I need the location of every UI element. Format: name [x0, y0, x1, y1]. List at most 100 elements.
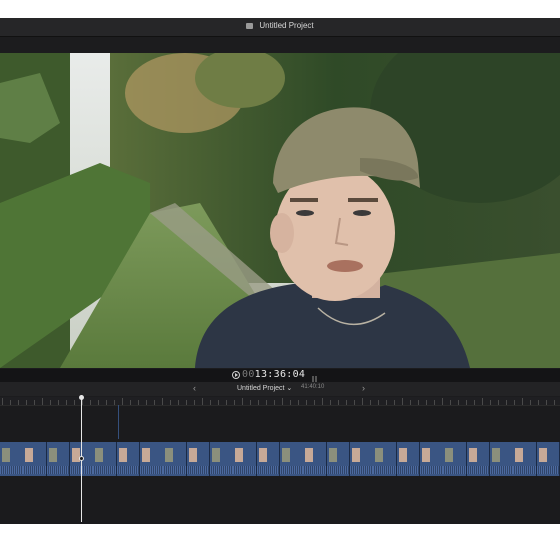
timeline-clip[interactable]: [46, 442, 71, 476]
ruler-tick: [450, 400, 451, 405]
audio-waveform: [23, 466, 47, 474]
audio-waveform: [46, 466, 70, 474]
audio-waveform: [116, 466, 140, 474]
timeline-clip[interactable]: [93, 442, 118, 476]
ruler-tick: [18, 400, 19, 405]
timeline-clip[interactable]: [233, 442, 258, 476]
timeline-clip[interactable]: [466, 442, 491, 476]
clip-thumbnail: [422, 448, 430, 462]
ruler-tick: [410, 400, 411, 405]
timeline-clip[interactable]: [490, 442, 514, 476]
ruler-tick: [330, 400, 331, 405]
skimmer-handle[interactable]: [79, 456, 84, 461]
audio-waveform: [210, 466, 233, 474]
timeline-clip[interactable]: [326, 442, 351, 476]
timeline-clip[interactable]: [23, 442, 48, 476]
ruler-tick: [226, 400, 227, 405]
audio-waveform: [186, 466, 210, 474]
ruler-tick: [338, 400, 339, 405]
ruler-tick: [146, 400, 147, 405]
clip-thumbnail: [2, 448, 10, 462]
clip-thumbnail: [95, 448, 104, 462]
timeline-clip[interactable]: [303, 442, 328, 476]
ruler-tick: [58, 400, 59, 405]
clip-thumbnail: [305, 448, 314, 462]
forward-button[interactable]: ›: [362, 383, 365, 393]
ruler-tick: [98, 400, 99, 405]
ruler-tick: [178, 400, 179, 405]
ruler-tick: [10, 400, 11, 405]
timeline-clip[interactable]: [396, 442, 421, 476]
ruler-tick: [290, 400, 291, 405]
ruler-tick: [234, 400, 235, 405]
timeline-clip[interactable]: [140, 442, 164, 476]
ruler-tick: [90, 400, 91, 405]
project-name-menu[interactable]: Untitled Project ⌄: [237, 384, 292, 392]
audio-waveform: [256, 466, 280, 474]
ruler-tick: [394, 400, 395, 405]
timeline-clip[interactable]: [210, 442, 234, 476]
title-bar: Untitled Project: [0, 18, 560, 37]
clip-thumbnail: [538, 448, 547, 462]
ruler-tick: [314, 400, 315, 405]
ruler-tick: [274, 400, 275, 405]
timeline-clip[interactable]: [280, 442, 304, 476]
clip-thumbnail: [188, 448, 197, 462]
clip-thumbnail: [515, 448, 524, 462]
clip-thumbnail: [142, 448, 150, 462]
ruler-tick: [26, 400, 27, 405]
timeline-clip[interactable]: [186, 442, 211, 476]
audio-waveform: [163, 466, 187, 474]
ruler-tick: [474, 400, 475, 405]
timeline-header: ‹ Untitled Project ⌄ 41:40:10 ›: [0, 382, 560, 396]
timeline-clip[interactable]: [536, 442, 560, 476]
final-cut-window: Untitled Project 0013:36:04 ‹ Untitled P…: [0, 18, 560, 524]
clip-thumbnail: [468, 448, 477, 462]
window-title: Untitled Project: [0, 21, 560, 30]
timeline-clip[interactable]: [256, 442, 281, 476]
ruler-tick: [170, 400, 171, 405]
timeline-ruler[interactable]: [0, 397, 560, 406]
ruler-tick: [34, 400, 35, 405]
timeline-clip[interactable]: [373, 442, 398, 476]
ruler-tick: [530, 400, 531, 405]
ruler-tick: [306, 400, 307, 405]
project-name: Untitled Project: [237, 385, 285, 392]
timeline-clip[interactable]: [443, 442, 468, 476]
timecode-display[interactable]: 0013:36:04: [242, 369, 305, 380]
timecode-value: 13:36:04: [254, 369, 306, 380]
ruler-tick: [362, 398, 363, 405]
timeline-clip[interactable]: [0, 442, 24, 476]
ruler-tick: [154, 400, 155, 405]
ruler-tick: [42, 398, 43, 405]
video-viewer[interactable]: [0, 53, 560, 368]
ruler-tick: [514, 400, 515, 405]
ruler-tick: [554, 400, 555, 405]
timeline[interactable]: [0, 395, 560, 524]
primary-storyline[interactable]: [0, 442, 560, 476]
ruler-tick: [258, 400, 259, 405]
play-icon[interactable]: [232, 371, 240, 379]
timeline-clip[interactable]: [420, 442, 444, 476]
ruler-tick: [482, 398, 483, 405]
ruler-tick: [386, 400, 387, 405]
timeline-clip[interactable]: [116, 442, 141, 476]
audio-waveform: [350, 466, 373, 474]
ruler-tick: [202, 398, 203, 405]
back-button[interactable]: ‹: [193, 383, 196, 393]
ruler-tick: [442, 398, 443, 405]
ruler-tick: [122, 398, 123, 405]
audio-meter-icon[interactable]: [312, 371, 320, 384]
timeline-clip[interactable]: [513, 442, 538, 476]
audio-waveform: [233, 466, 257, 474]
audio-waveform: [396, 466, 420, 474]
audio-waveform: [373, 466, 397, 474]
clip-thumbnail: [212, 448, 220, 462]
timeline-clip[interactable]: [163, 442, 188, 476]
clip-thumbnail: [375, 448, 384, 462]
clip-thumbnail: [118, 448, 127, 462]
ruler-tick: [346, 400, 347, 405]
timeline-clip[interactable]: [350, 442, 374, 476]
ruler-tick: [66, 400, 67, 405]
audio-waveform: [140, 466, 163, 474]
